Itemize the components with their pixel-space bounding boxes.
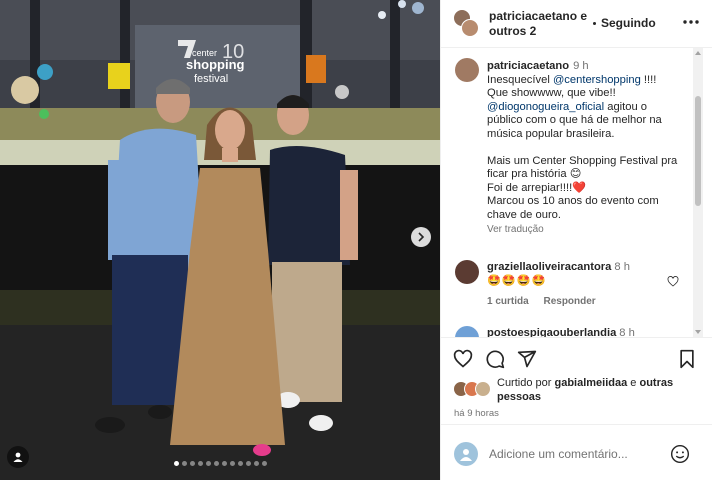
caption-text: Marcou os 10 anos do evento com [487,195,659,207]
post-timestamp[interactable]: há 9 horas [454,408,499,419]
avatar[interactable] [455,58,479,82]
comment-likes-link[interactable]: 1 curtida [487,296,529,307]
stage-sign-number: 10 [222,41,244,63]
post-caption: patriciacaetano 9 h Inesquecível @centers… [487,60,691,237]
author-names[interactable]: patriciacaetano e outros 2 [489,9,589,39]
post-header: patriciacaetano e outros 2 Seguindo [441,0,712,48]
caption-text: Foi de arrepiar!!!!❤️ [487,181,587,194]
stage-sign-festival: festival [194,73,228,85]
carousel-dots [0,461,440,466]
author-avatars[interactable] [453,9,479,37]
liked-by-avatars[interactable] [453,381,493,397]
post-actions: Curtido por gabialmeiidaa e outras pesso… [441,337,712,423]
comment-input[interactable] [489,445,659,463]
next-photo-button[interactable] [411,227,431,247]
caption-text: ficar pra história 😊 [487,168,582,180]
comment-item: postoespigaouberlandia 8 h [487,327,635,337]
reply-button[interactable]: Responder [543,296,595,307]
caption-text: agitou o [604,100,648,113]
carousel-dot [245,461,251,466]
liked-by-text: Curtido por gabialmeiidaa e outras pesso… [497,376,701,404]
caption-text: Que showwww, que vibe!! [487,87,616,99]
avatar [461,19,479,37]
comments-scrollbar[interactable] [693,48,703,337]
caption-text: música popular brasileira. [487,127,615,140]
comment-time: 8 h [619,327,635,337]
scroll-up-arrow[interactable] [695,51,701,55]
add-comment-bar [441,424,712,480]
caption-text: Inesquecível [487,73,553,86]
user-icon [460,449,472,461]
carousel-dot [237,461,243,466]
comment-username[interactable]: postoespigaouberlandia [487,327,616,337]
author-line-2[interactable]: outros 2 [489,24,589,39]
following-button[interactable]: Seguindo [601,16,656,30]
comment-time: 8 h [614,261,630,273]
mention-link[interactable]: @diogonogueira_oficial [487,101,604,113]
scroll-down-arrow[interactable] [695,330,701,334]
avatar[interactable] [455,260,479,284]
caption-text: público com o que há de melhor na [487,114,662,126]
caption-text: !!!! [640,73,657,86]
caption-username[interactable]: patriciacaetano [487,60,569,72]
share-icon[interactable] [517,349,537,369]
comment-actions: 1 curtida Responder [487,296,608,307]
caption-time: 9 h [573,60,589,72]
carousel-dot [213,461,219,466]
comment-item: graziellaoliveiracantora 8 h 🤩🤩🤩🤩 [487,260,667,288]
comment-username[interactable]: graziellaoliveiracantora [487,261,611,273]
caption-text: chave de ouro. [487,208,562,221]
carousel-dot [253,461,259,466]
post-sidebar: patriciacaetano e outros 2 Seguindo patr… [440,0,712,480]
carousel-dot [197,461,203,466]
liked-by-user-link[interactable]: gabialmeiidaa [554,377,627,389]
comments-list[interactable]: patriciacaetano 9 h Inesquecível @centers… [441,48,703,337]
avatar [475,381,491,397]
bookmark-icon[interactable] [677,349,697,369]
comment-icon[interactable] [485,349,505,369]
liked-by-others-link[interactable]: outras [639,377,673,389]
heart-icon[interactable] [453,349,473,369]
chevron-right-icon [418,232,425,242]
see-translation-link[interactable]: Ver tradução [487,223,691,237]
author-line-1[interactable]: patriciacaetano e [489,9,589,24]
photo-scene: center shopping festival 10 [0,0,440,480]
carousel-dot [205,461,211,466]
scrollbar-thumb[interactable] [695,96,701,206]
carousel-dot [221,461,227,466]
carousel-dot [229,461,235,466]
more-horizontal-icon[interactable] [681,14,701,30]
comment-text: 🤩🤩🤩🤩 [487,275,547,287]
avatar[interactable] [455,326,479,337]
carousel-dot [261,461,267,466]
carousel-dot [189,461,195,466]
separator-dot [593,22,596,25]
liked-by-prefix: Curtido por [497,377,555,389]
liked-by-and: e [627,377,640,389]
carousel-dot [173,461,179,466]
carousel-dot [181,461,187,466]
caption-text: Mais um Center Shopping Festival pra [487,154,678,167]
avatar [454,442,478,466]
post-photo[interactable]: center shopping festival 10 [0,0,440,480]
mention-link[interactable]: @centershopping [553,74,641,86]
liked-by-others-link[interactable]: pessoas [497,391,541,403]
like-comment-heart-icon[interactable] [667,276,679,287]
smiley-icon[interactable] [670,444,690,464]
